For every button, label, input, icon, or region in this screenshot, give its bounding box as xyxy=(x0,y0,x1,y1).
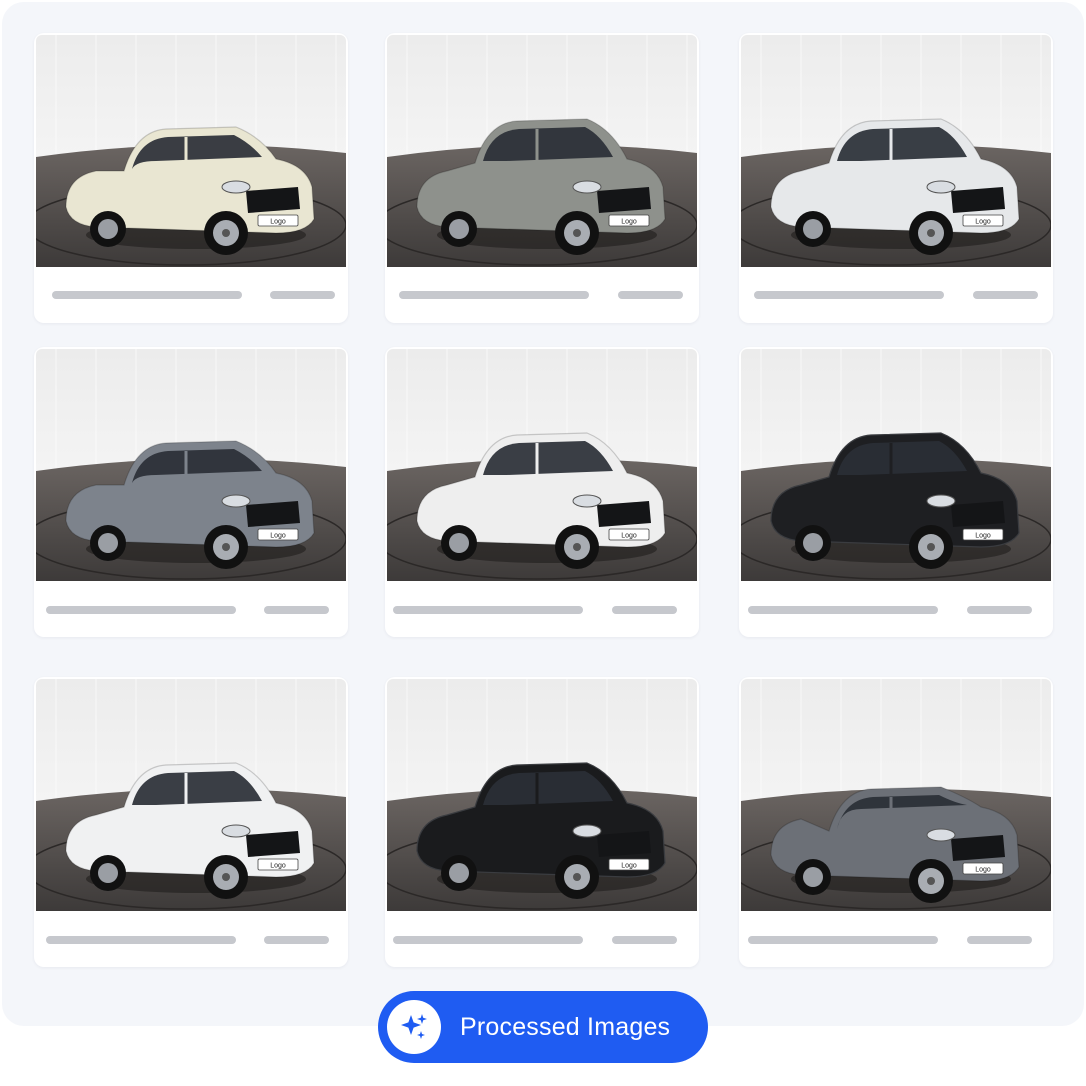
car-card[interactable]: Logo xyxy=(385,33,699,323)
title-placeholder-bar xyxy=(748,936,938,944)
price-placeholder-bar xyxy=(967,606,1032,614)
title-placeholder-bar xyxy=(46,936,236,944)
price-placeholder-bar xyxy=(270,291,335,299)
plate-logo-text: Logo xyxy=(621,533,637,540)
title-placeholder-bar xyxy=(754,291,944,299)
plate-logo-text: Logo xyxy=(621,219,637,226)
car-photo: Logo xyxy=(36,349,346,581)
car-card[interactable]: Logo xyxy=(385,677,699,967)
price-placeholder-bar xyxy=(264,936,329,944)
price-placeholder-bar xyxy=(973,291,1038,299)
car-card[interactable]: Logo xyxy=(385,347,699,637)
car-card[interactable]: Logo xyxy=(34,33,348,323)
car-card[interactable]: Logo xyxy=(739,347,1053,637)
car-card[interactable]: Logo xyxy=(739,677,1053,967)
price-placeholder-bar xyxy=(612,606,677,614)
title-placeholder-bar xyxy=(46,606,236,614)
plate-logo-text: Logo xyxy=(975,533,991,540)
plate-logo-text: Logo xyxy=(270,533,286,540)
car-photo: Logo xyxy=(741,35,1051,267)
car-photo: Logo xyxy=(741,679,1051,911)
title-placeholder-bar xyxy=(52,291,242,299)
price-placeholder-bar xyxy=(618,291,683,299)
sparkles-icon xyxy=(387,1000,441,1054)
plate-logo-text: Logo xyxy=(621,863,637,870)
price-placeholder-bar xyxy=(264,606,329,614)
plate-logo-text: Logo xyxy=(270,863,286,870)
car-photo: Logo xyxy=(387,679,697,911)
car-card[interactable]: Logo xyxy=(34,347,348,637)
title-placeholder-bar xyxy=(399,291,589,299)
title-placeholder-bar xyxy=(748,606,938,614)
car-photo: Logo xyxy=(36,679,346,911)
car-photo: Logo xyxy=(36,35,346,267)
processed-images-button[interactable]: Processed Images xyxy=(378,991,708,1063)
title-placeholder-bar xyxy=(393,606,583,614)
processed-images-label: Processed Images xyxy=(460,1012,671,1041)
plate-logo-text: Logo xyxy=(975,219,991,226)
plate-logo-text: Logo xyxy=(270,219,286,226)
car-photo: Logo xyxy=(387,349,697,581)
title-placeholder-bar xyxy=(393,936,583,944)
price-placeholder-bar xyxy=(612,936,677,944)
car-photo: Logo xyxy=(387,35,697,267)
car-photo: Logo xyxy=(741,349,1051,581)
gallery-panel: Logo Logo Logo Logo Logo Logo Logo Logo … xyxy=(2,2,1084,1026)
car-card[interactable]: Logo xyxy=(34,677,348,967)
plate-logo-text: Logo xyxy=(975,867,991,874)
price-placeholder-bar xyxy=(967,936,1032,944)
car-card[interactable]: Logo xyxy=(739,33,1053,323)
